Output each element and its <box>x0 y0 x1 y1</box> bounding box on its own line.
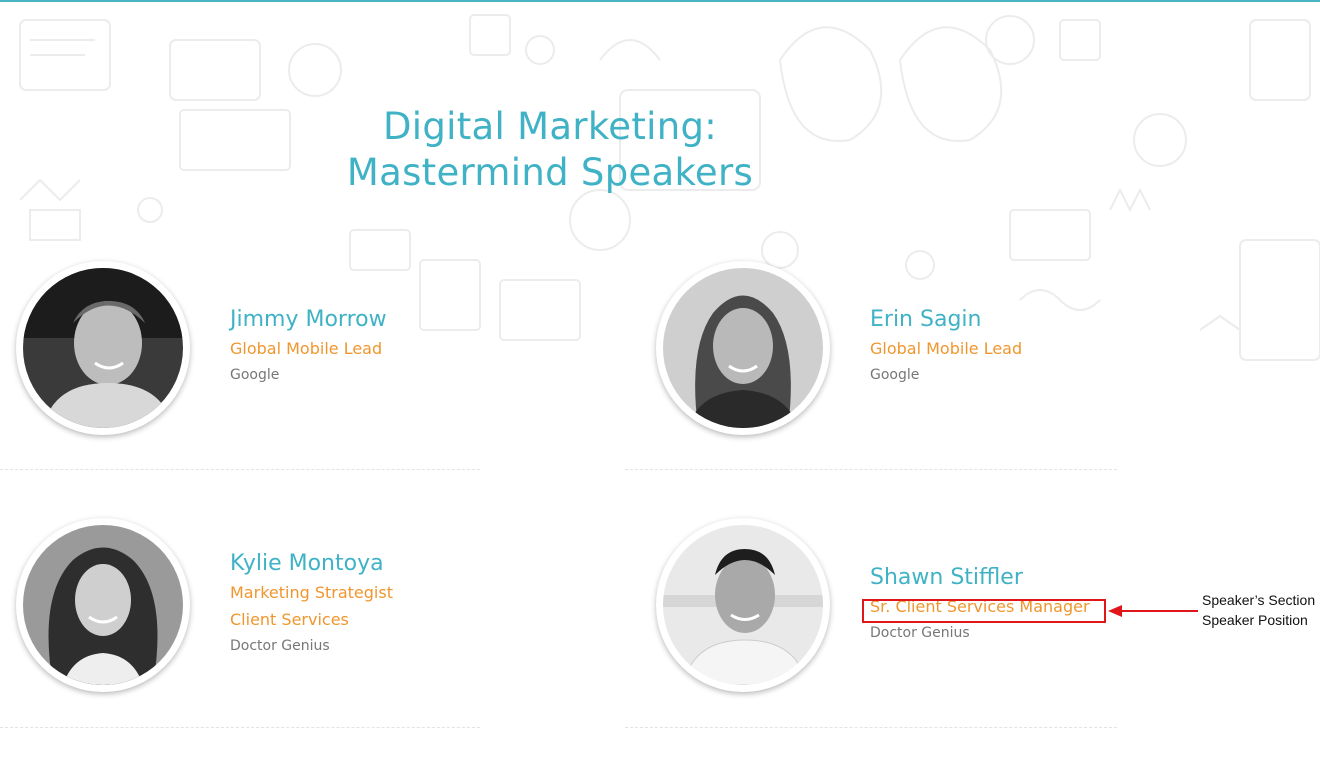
speaker-divider <box>0 727 480 728</box>
speaker-name[interactable]: Kylie Montoya <box>230 549 393 579</box>
avatar-icon <box>23 268 183 428</box>
section-title-line2: Mastermind Speakers <box>346 151 754 194</box>
section-title-line1: Digital Marketing: <box>382 105 718 148</box>
speaker-photo <box>656 518 830 692</box>
annotation-line2: Speaker Position <box>1202 612 1308 628</box>
annotation-highlight-box <box>862 599 1106 623</box>
speaker-position: Marketing Strategist <box>230 583 393 602</box>
arrow-left-icon <box>1108 605 1198 617</box>
speaker-position: Global Mobile Lead <box>230 339 383 358</box>
speaker-card: Kylie Montoya Marketing Strategist Clien… <box>16 518 496 698</box>
speaker-photo <box>16 261 190 435</box>
speaker-divider <box>625 727 1117 728</box>
speaker-company: Google <box>870 367 920 383</box>
speaker-card: Erin Sagin Global Mobile Lead Google <box>656 261 1136 441</box>
speaker-divider <box>625 469 1117 470</box>
avatar-icon <box>23 525 183 685</box>
speaker-photo <box>656 261 830 435</box>
avatar-icon <box>663 268 823 428</box>
speaker-card: Jimmy Morrow Global Mobile Lead Google <box>16 261 496 441</box>
speaker-name[interactable]: Jimmy Morrow <box>230 305 387 335</box>
annotation-line1: Speaker’s Section <box>1202 592 1316 608</box>
speaker-company: Doctor Genius <box>870 625 970 641</box>
speaker-position: Global Mobile Lead <box>870 339 1023 358</box>
section-title: Digital Marketing: Mastermind Speakers <box>300 104 800 196</box>
speaker-name[interactable]: Shawn Stiffler <box>870 563 1090 593</box>
speaker-divider <box>0 469 480 470</box>
annotation-note: Speaker’s Section Speaker Position <box>1202 590 1315 630</box>
speaker-photo <box>16 518 190 692</box>
avatar-icon <box>663 525 823 685</box>
speaker-company: Google <box>230 367 280 383</box>
speaker-company: Doctor Genius <box>230 638 330 654</box>
speaker-name[interactable]: Erin Sagin <box>870 305 1022 335</box>
speaker-position-line2: Client Services <box>230 610 349 629</box>
